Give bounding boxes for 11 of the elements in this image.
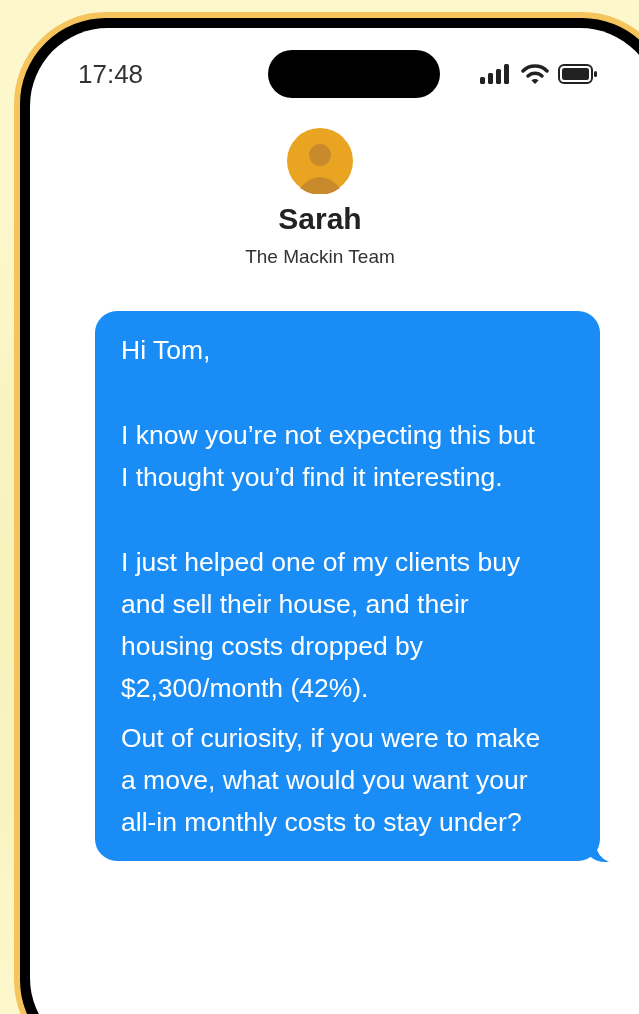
contact-subtitle: The Mackin Team bbox=[245, 246, 395, 268]
wifi-icon bbox=[521, 63, 549, 85]
signal-icon bbox=[480, 64, 512, 84]
message-text: Hi Tom, bbox=[121, 334, 212, 367]
message-text: I know you’re not expecting this but I thought you’d find it interesting. bbox=[121, 419, 536, 494]
message-text: Out of curiosity, if you were to make a move, what would you want your all-in monthly costs to stay under? bbox=[121, 722, 542, 839]
message-text: I just helped one of my clients buy and sell their house, and their housing costs dropped by $2,300/month (42%). bbox=[121, 546, 522, 705]
contact-name: Sarah bbox=[278, 202, 362, 236]
avatar-placeholder bbox=[287, 128, 353, 194]
battery-icon bbox=[558, 64, 598, 84]
status-time: 17:48 bbox=[78, 58, 145, 90]
